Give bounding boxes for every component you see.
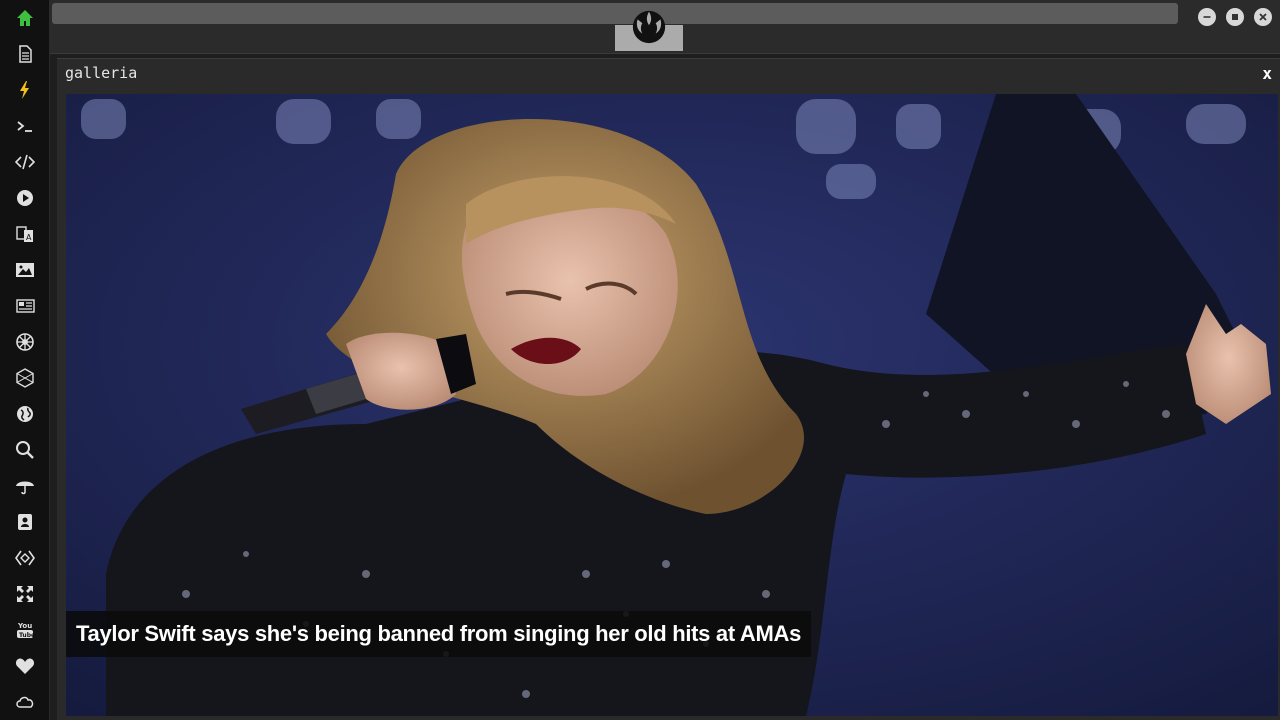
- document-icon[interactable]: [13, 42, 37, 66]
- galactic-empire-icon[interactable]: [13, 330, 37, 354]
- panel-close-button[interactable]: x: [1262, 64, 1272, 83]
- svg-text:A: A: [26, 233, 32, 242]
- top-bar: [50, 0, 1280, 54]
- search-icon[interactable]: [13, 438, 37, 462]
- svg-text:Tube: Tube: [19, 632, 35, 639]
- contact-card-icon[interactable]: [13, 510, 37, 534]
- cloud-icon[interactable]: [13, 690, 37, 714]
- minimize-button[interactable]: [1198, 8, 1216, 26]
- minimize-icon: [1203, 16, 1211, 18]
- newspaper-icon[interactable]: [13, 294, 37, 318]
- play-icon[interactable]: [13, 186, 37, 210]
- svg-text:You: You: [17, 622, 32, 630]
- expand-icon[interactable]: [13, 582, 37, 606]
- home-icon[interactable]: [13, 6, 37, 30]
- terminal-icon[interactable]: [13, 114, 37, 138]
- code-icon[interactable]: [13, 150, 37, 174]
- translate-icon[interactable]: A: [13, 222, 37, 246]
- image-icon[interactable]: [13, 258, 37, 282]
- rebel-alliance-logo-icon: [632, 10, 666, 44]
- lightning-icon[interactable]: [13, 78, 37, 102]
- code-diamond-icon[interactable]: [13, 546, 37, 570]
- gallery-panel: galleria x Taylor Swift says she's being…: [57, 58, 1280, 720]
- close-icon: [1259, 13, 1267, 21]
- heart-icon[interactable]: [13, 654, 37, 678]
- panel-title: galleria: [65, 64, 138, 82]
- address-bar[interactable]: [52, 3, 1178, 24]
- maximize-icon: [1232, 14, 1238, 20]
- photo-caption: Taylor Swift says she's being banned fro…: [66, 611, 812, 657]
- gallery-photo[interactable]: Taylor Swift says she's being banned fro…: [66, 94, 1278, 716]
- maximize-button[interactable]: [1226, 8, 1244, 26]
- youtube-icon[interactable]: You Tube: [13, 618, 37, 642]
- sidebar: A You Tube: [0, 0, 50, 720]
- globe-icon[interactable]: [13, 402, 37, 426]
- umbrella-icon[interactable]: [13, 474, 37, 498]
- hexagon-icon[interactable]: [13, 366, 37, 390]
- close-window-button[interactable]: [1254, 8, 1272, 26]
